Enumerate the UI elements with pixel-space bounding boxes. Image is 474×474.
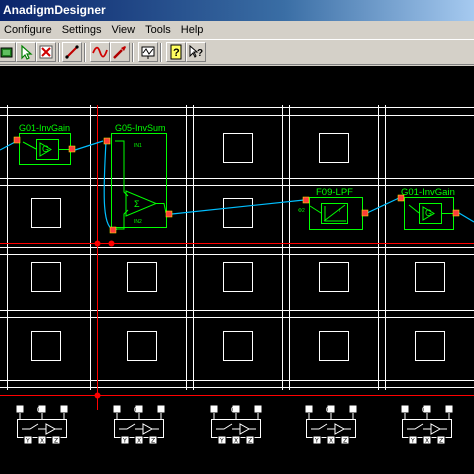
toolbar-separator [132, 43, 134, 62]
block-g01-invgain-right[interactable]: G01-InvGain G [397, 187, 460, 230]
menu-tools[interactable]: Tools [141, 24, 177, 36]
pointer-icon[interactable] [16, 42, 36, 62]
io-cell-04[interactable]: 04 Y X Z [112, 404, 166, 445]
svg-text:?: ? [197, 48, 203, 59]
io-pin-label: Y [219, 438, 224, 445]
io-pin-label: Z [343, 438, 347, 445]
design-canvas[interactable]: G01-InvGain G G05-InvSum IN1 IN2 Σ F09-L… [0, 66, 474, 474]
io-pin-top[interactable] [112, 404, 122, 414]
block-f09-lpf[interactable]: F09-LPF Φ2 f [298, 187, 369, 230]
svg-text:G: G [425, 208, 432, 218]
io-cell-02[interactable]: 02 Y X Z [304, 404, 358, 445]
io-pin-label: Y [122, 438, 127, 445]
io-pin-label: X [40, 438, 44, 445]
menu-view[interactable]: View [107, 24, 141, 36]
title-bar: AnadigmDesigner [0, 0, 474, 21]
io-cell-label: 02 [326, 407, 334, 414]
menu-settings[interactable]: Settings [58, 24, 108, 36]
io-cell-03[interactable]: 03 Y X Z [209, 404, 263, 445]
signal-wave-icon[interactable] [90, 42, 110, 62]
svg-text:IN1: IN1 [134, 143, 142, 149]
block-label: G01-InvGain [401, 187, 455, 198]
svg-text:G: G [42, 144, 49, 154]
io-cell-01[interactable]: 01 Y X Z [400, 404, 454, 445]
block-label: F09-LPF [316, 187, 353, 198]
io-pin-label: Z [439, 438, 443, 445]
io-pin-label: Y [314, 438, 319, 445]
block-label: G01-InvGain [19, 123, 70, 133]
io-cell-label: 05 [37, 407, 45, 414]
io-pin-top[interactable] [59, 404, 69, 414]
probe-icon[interactable] [110, 42, 130, 62]
green-chip-icon[interactable] [0, 42, 16, 62]
svg-text:Σ: Σ [134, 199, 140, 209]
io-pin-label: Y [410, 438, 415, 445]
context-help-icon[interactable]: ? [186, 42, 206, 62]
svg-text:Φ2: Φ2 [298, 208, 305, 214]
block-label: G05-InvSum [115, 123, 166, 133]
io-pin-label: Z [54, 438, 58, 445]
svg-text:IN2: IN2 [134, 219, 142, 225]
menu-configure[interactable]: Configure [0, 24, 58, 36]
toolbar-separator [160, 43, 162, 62]
menu-help[interactable]: Help [177, 24, 210, 36]
io-cell-05[interactable]: 05 Y X Z [15, 404, 69, 445]
io-pin-label: Y [25, 438, 30, 445]
io-pin-top[interactable] [400, 404, 410, 414]
io-pin-top[interactable] [348, 404, 358, 414]
io-cell-label: 01 [422, 407, 430, 414]
io-pin-top[interactable] [156, 404, 166, 414]
block-g01-invgain-left[interactable]: G01-InvGain G [13, 123, 76, 165]
red-x-cursor-icon[interactable] [36, 42, 56, 62]
menu-bar: Configure Settings View Tools Help [0, 21, 474, 39]
oscilloscope-icon[interactable] [138, 42, 158, 62]
io-cells: 05 Y X Z 04 Y X Z 03 Y X Z 02 Y X Z 01 Y X Z [15, 404, 454, 445]
toolbar-separator [84, 43, 86, 62]
io-pin-top[interactable] [15, 404, 25, 414]
io-pin-label: X [137, 438, 141, 445]
io-pin-label: X [329, 438, 333, 445]
help-icon[interactable]: ? [166, 42, 186, 62]
toolbar: ? ? [0, 39, 474, 65]
io-pin-top[interactable] [253, 404, 263, 414]
io-pin-top[interactable] [444, 404, 454, 414]
toolbar-separator [58, 43, 60, 62]
svg-text:?: ? [173, 47, 180, 59]
io-pin-label: X [234, 438, 238, 445]
io-pin-label: X [425, 438, 429, 445]
io-cell-label: 04 [134, 407, 142, 414]
io-cell-label: 03 [231, 407, 239, 414]
io-pin-top[interactable] [304, 404, 314, 414]
wire-icon[interactable] [62, 42, 82, 62]
window-title: AnadigmDesigner [3, 3, 106, 17]
io-pin-top[interactable] [209, 404, 219, 414]
io-pin-label: Z [248, 438, 252, 445]
io-pin-label: Z [151, 438, 155, 445]
